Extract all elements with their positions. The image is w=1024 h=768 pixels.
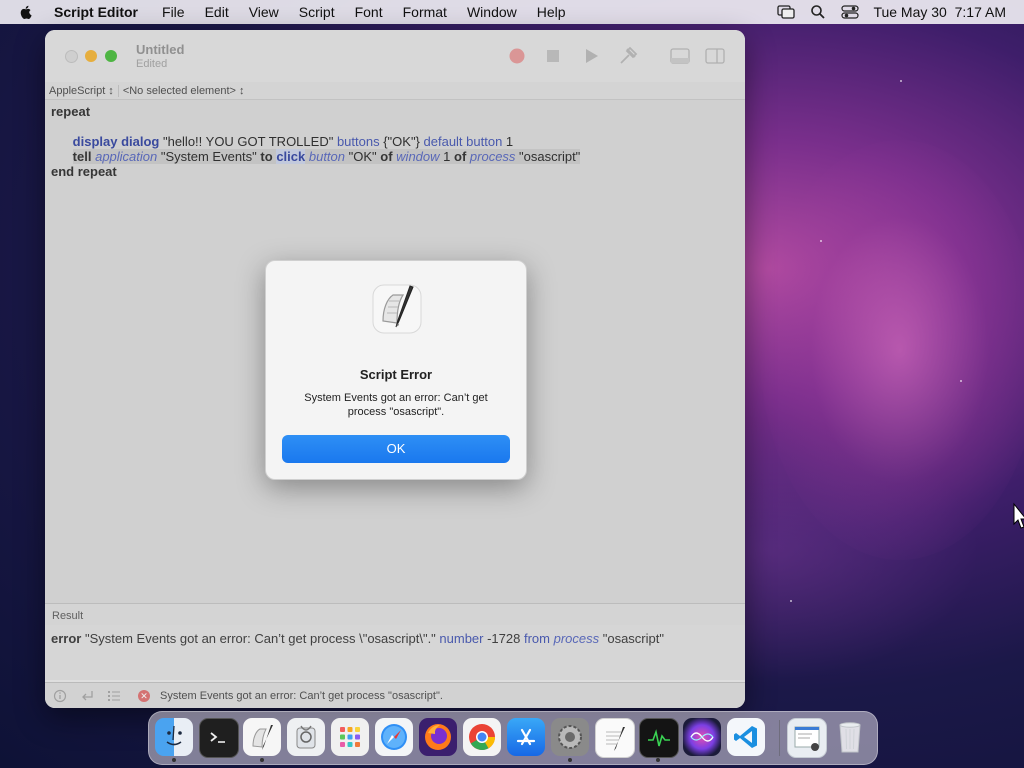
finder-icon[interactable]: [155, 718, 193, 756]
disk-utility-icon[interactable]: [287, 718, 325, 756]
menu-format[interactable]: Format: [403, 4, 447, 20]
mouse-cursor-icon: [1012, 502, 1024, 530]
control-center-icon[interactable]: [841, 4, 860, 20]
menu-script[interactable]: Script: [299, 4, 335, 20]
firefox-icon[interactable]: [419, 718, 457, 756]
wallpaper-star: [820, 240, 822, 242]
wallpaper-star: [960, 380, 962, 382]
ok-button[interactable]: OK: [282, 435, 510, 463]
dock-separator: [779, 720, 780, 756]
menu-bar: Script Editor File Edit View Script Font…: [0, 0, 1024, 24]
menu-app-name[interactable]: Script Editor: [54, 4, 138, 20]
script-editor-app-icon: [369, 281, 425, 337]
running-indicator: [656, 758, 660, 762]
terminal-icon[interactable]: [199, 718, 239, 758]
textedit-icon[interactable]: [595, 718, 635, 758]
running-indicator: [568, 758, 572, 762]
menu-edit[interactable]: Edit: [205, 4, 229, 20]
search-icon[interactable]: [809, 4, 827, 20]
menu-clock[interactable]: Tue May 30 7:17 AM: [873, 4, 1006, 20]
running-indicator: [172, 758, 176, 762]
running-indicator: [260, 758, 264, 762]
siri-icon[interactable]: [683, 718, 721, 756]
dock: [148, 711, 878, 765]
chrome-icon[interactable]: [463, 718, 501, 756]
script-error-dialog: Script Error System Events got an error:…: [265, 260, 527, 480]
downloads-stack-icon[interactable]: [787, 718, 827, 758]
wallpaper-star: [790, 600, 792, 602]
safari-icon[interactable]: [375, 718, 413, 756]
activity-monitor-icon[interactable]: [639, 718, 679, 758]
system-preferences-icon[interactable]: [551, 718, 589, 756]
vscode-icon[interactable]: [727, 718, 765, 756]
apple-icon[interactable]: [18, 4, 34, 20]
menu-help[interactable]: Help: [537, 4, 566, 20]
dialog-title: Script Error: [359, 367, 433, 382]
launchpad-icon[interactable]: [331, 718, 369, 756]
screen-mirroring-icon[interactable]: [777, 4, 796, 20]
dialog-message: System Events got an error: Can’t get pr…: [304, 392, 488, 418]
menu-view[interactable]: View: [249, 4, 279, 20]
menu-window[interactable]: Window: [467, 4, 517, 20]
menu-file[interactable]: File: [162, 4, 185, 20]
trash-icon[interactable]: [831, 718, 869, 756]
app-store-icon[interactable]: [507, 718, 545, 756]
menu-font[interactable]: Font: [355, 4, 383, 20]
wallpaper-star: [900, 80, 902, 82]
script-editor-icon[interactable]: [243, 718, 281, 756]
